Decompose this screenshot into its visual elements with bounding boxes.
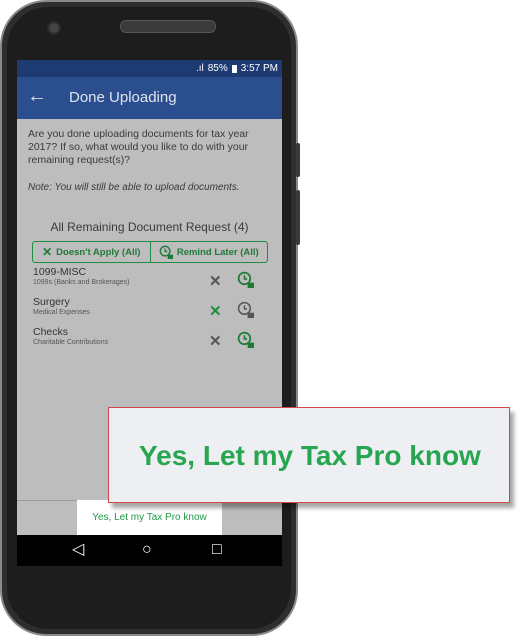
question-text: Are you done uploading documents for tax… — [28, 128, 249, 166]
bulk-actions: ✕ Doesn't Apply (All) Remind Later (All) — [32, 241, 268, 263]
doesnt-apply-all-button[interactable]: ✕ Doesn't Apply (All) — [33, 242, 150, 262]
battery-level: 85% — [207, 63, 228, 74]
zoom-callout: Yes, Let my Tax Pro know — [108, 407, 510, 503]
status-bar: .ıl 85% 3:57 PM — [17, 60, 282, 77]
back-arrow-icon[interactable]: ← — [27, 85, 47, 108]
app-bar: ← Done Uploading — [17, 77, 282, 119]
request-row: 1099-MISC 1099s (Banks and Brokerages) ✕ — [33, 266, 273, 296]
x-icon: ✕ — [42, 245, 53, 259]
doesnt-apply-x-icon[interactable]: ✕ — [209, 332, 222, 350]
android-nav-bar: ◁ ○ □ — [17, 535, 282, 566]
confirm-tax-pro-button[interactable]: Yes, Let my Tax Pro know — [77, 500, 222, 535]
nav-home-icon[interactable]: ○ — [142, 541, 152, 559]
section-title: All Remaining Document Request (4) — [50, 220, 249, 234]
request-row: Surgery Medical Expenses ✕ — [33, 296, 273, 326]
remind-later-clock-icon[interactable] — [237, 331, 254, 348]
nav-back-icon[interactable]: ◁ — [72, 541, 84, 559]
callout-label: Yes, Let my Tax Pro know — [139, 440, 481, 471]
request-row: Checks Charitable Contributions ✕ — [33, 326, 273, 356]
side-button-bottom — [296, 190, 300, 245]
clock: 3:57 PM — [240, 63, 278, 74]
earpiece-speaker — [120, 20, 216, 33]
bottom-bar: Yes, Let my Tax Pro know — [17, 500, 282, 535]
remind-later-clock-icon[interactable] — [237, 301, 254, 318]
page-title: Done Uploading — [69, 89, 177, 106]
nav-recents-icon[interactable]: □ — [212, 541, 222, 559]
side-button-top — [296, 143, 300, 177]
remind-later-all-button[interactable]: Remind Later (All) — [149, 242, 268, 262]
doesnt-apply-all-label: Doesn't Apply (All) — [56, 246, 141, 258]
remind-later-clock-icon[interactable] — [237, 271, 254, 288]
front-camera-icon — [47, 21, 61, 35]
clock-download-icon — [159, 245, 173, 259]
signal-icon: .ıl — [195, 63, 204, 74]
note-text: Note: You will still be able to upload d… — [28, 182, 240, 193]
remind-later-all-label: Remind Later (All) — [176, 246, 259, 258]
doesnt-apply-x-icon[interactable]: ✕ — [209, 272, 222, 290]
battery-icon — [231, 64, 237, 73]
doesnt-apply-x-icon[interactable]: ✕ — [209, 302, 222, 320]
